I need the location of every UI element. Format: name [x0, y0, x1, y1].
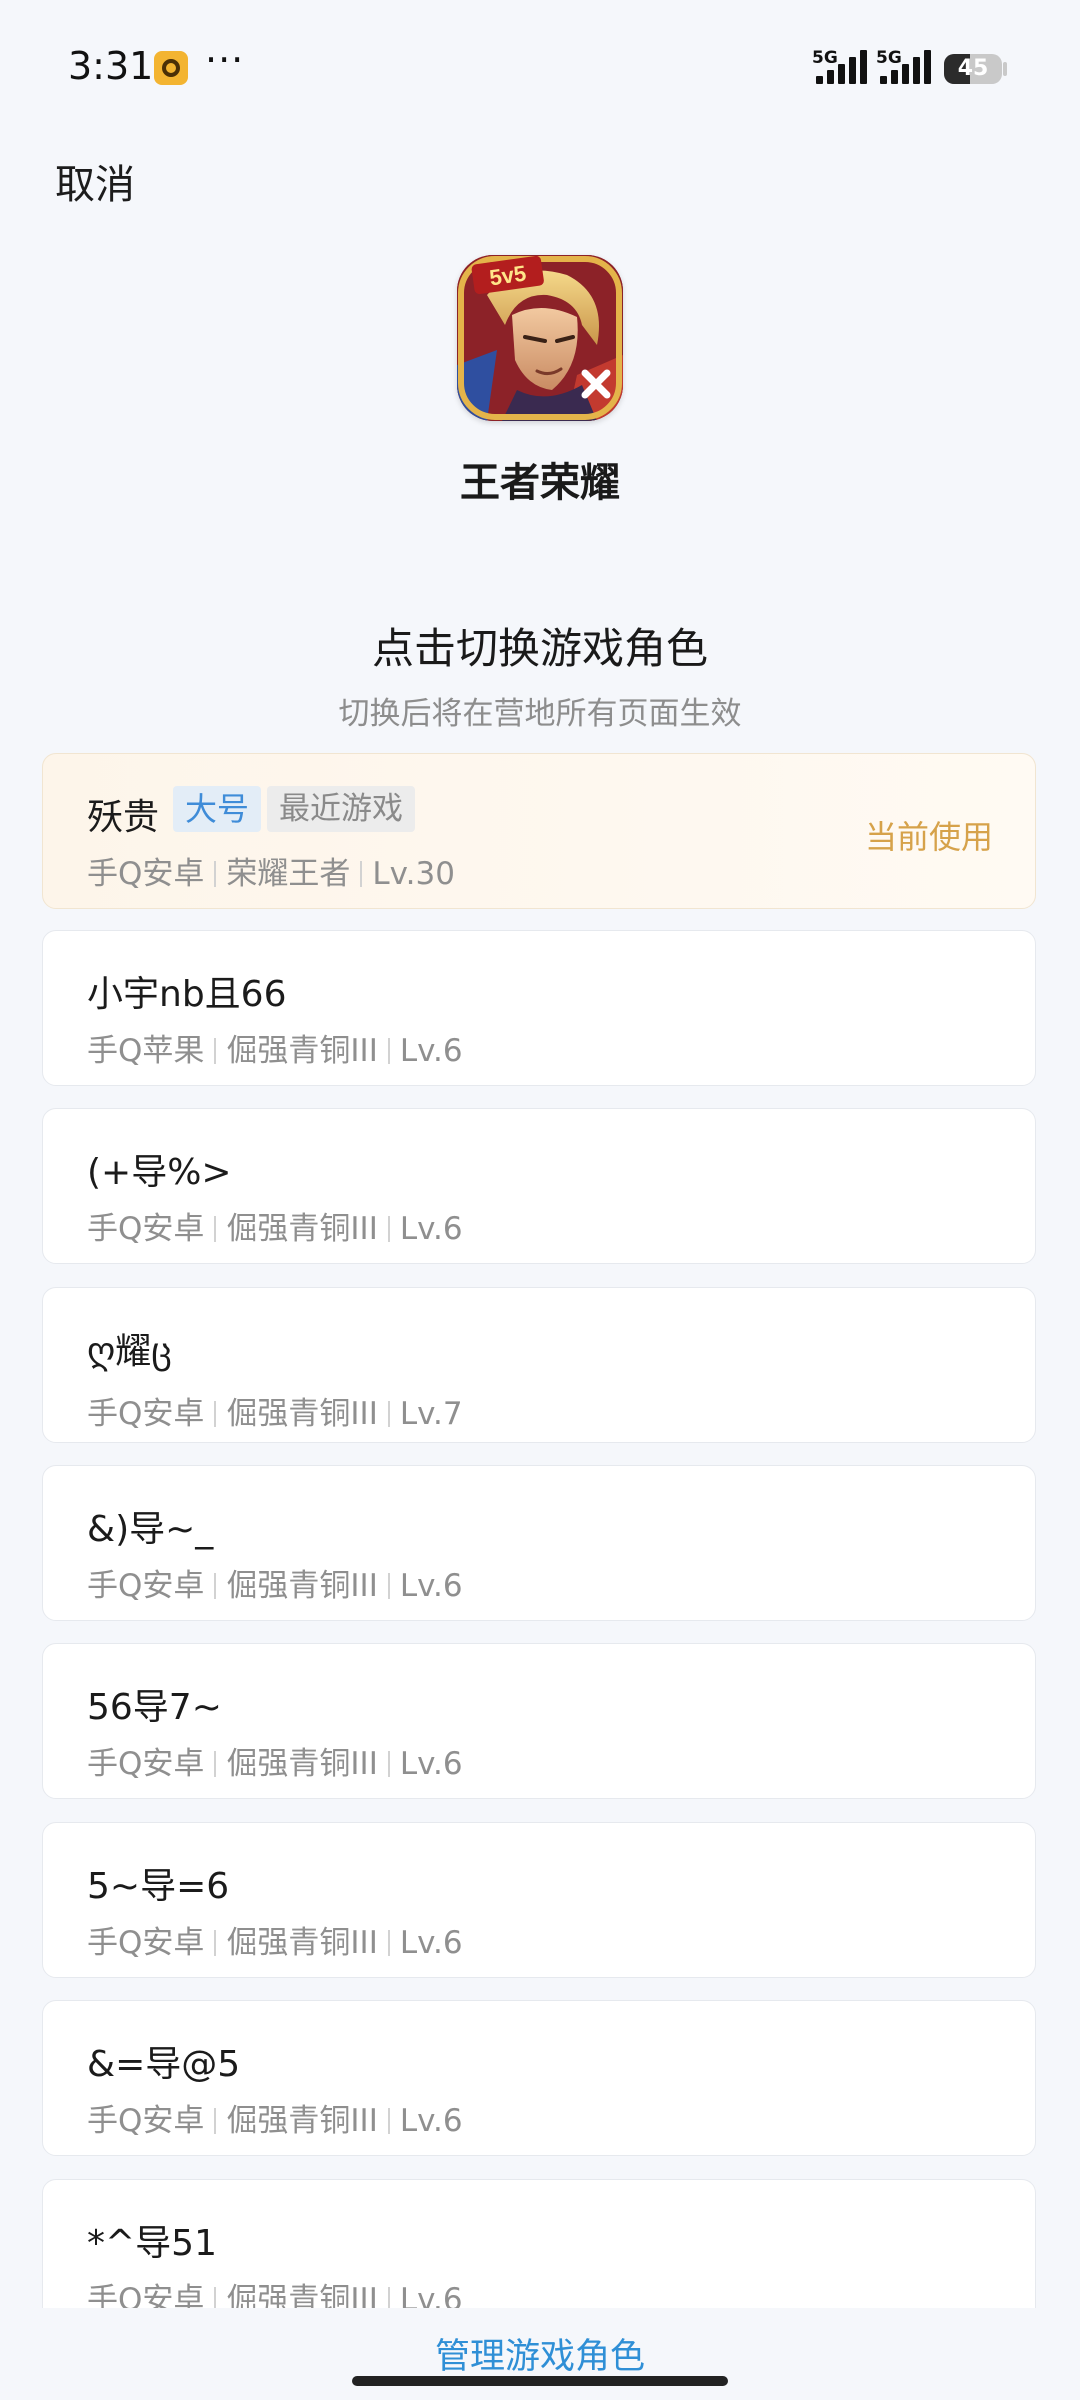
- role-name: 殀贵: [87, 797, 160, 838]
- meta-divider: [214, 1216, 217, 1242]
- role-level: Lv.6: [399, 1925, 463, 1961]
- role-card[interactable]: &=导@5 手Q安卓 倔强青铜III Lv.6: [42, 2000, 1036, 2156]
- role-meta: 手Q苹果 倔强青铜III Lv.6: [87, 1025, 463, 1070]
- meta-divider: [387, 1216, 390, 1242]
- meta-divider: [214, 2108, 217, 2134]
- role-card[interactable]: 56导7~ 手Q安卓 倔强青铜III Lv.6: [42, 1643, 1036, 1799]
- meta-divider: [387, 1573, 390, 1599]
- role-card[interactable]: &)导~_ 手Q安卓 倔强青铜III Lv.6: [42, 1465, 1036, 1621]
- role-rank: 倔强青铜III: [226, 1925, 378, 1961]
- role-meta: 手Q安卓 倔强青铜III Lv.6: [87, 1917, 463, 1962]
- role-meta: 手Q安卓 荣耀王者 Lv.30: [87, 848, 455, 893]
- hero-portrait-icon: 5v5: [457, 255, 623, 421]
- meta-divider: [214, 1038, 217, 1064]
- role-name: 56导7~: [87, 1687, 222, 1728]
- role-level: Lv.6: [399, 1568, 463, 1604]
- main-account-badge: 大号: [173, 786, 262, 832]
- role-name: &)导~_: [87, 1509, 214, 1550]
- role-rank: 倔强青铜III: [226, 1033, 378, 1069]
- role-name: 小宇nb且66: [87, 974, 287, 1015]
- battery-icon: 45: [944, 54, 1002, 84]
- role-rank: 倔强青铜III: [226, 1568, 378, 1604]
- meta-divider: [214, 1751, 217, 1777]
- role-level: Lv.6: [399, 1033, 463, 1069]
- role-meta: 手Q安卓 倔强青铜III Lv.6: [87, 1203, 463, 1248]
- role-level: Lv.30: [372, 856, 455, 892]
- role-card[interactable]: (+导%> 手Q安卓 倔强青铜III Lv.6: [42, 1108, 1036, 1264]
- role-meta: 手Q安卓 倔强青铜III Lv.7: [87, 1388, 463, 1433]
- meta-divider: [387, 1401, 390, 1427]
- meta-divider: [214, 1401, 217, 1427]
- role-meta: 手Q安卓 倔强青铜III Lv.6: [87, 2095, 463, 2140]
- role-platform: 手Q安卓: [87, 1211, 205, 1247]
- meta-divider: [214, 2287, 217, 2308]
- meta-divider: [387, 1930, 390, 1956]
- role-level: Lv.6: [399, 2103, 463, 2139]
- meta-divider: [360, 861, 363, 887]
- status-bar: 3:31 ··· 5G 5G 45: [0, 0, 1080, 140]
- role-rank: 倔强青铜III: [226, 1746, 378, 1782]
- role-card-current[interactable]: 殀贵 大号 最近游戏 手Q安卓 荣耀王者 Lv.30 当前使用: [42, 753, 1036, 909]
- battery-tip: [1003, 62, 1007, 76]
- meta-divider: [387, 2108, 390, 2134]
- role-platform: 手Q安卓: [87, 1925, 205, 1961]
- role-platform: 手Q安卓: [87, 1568, 205, 1604]
- role-card[interactable]: 5~导=6 手Q安卓 倔强青铜III Lv.6: [42, 1822, 1036, 1978]
- svg-text:5v5: 5v5: [488, 261, 528, 291]
- meta-divider: [387, 2287, 390, 2308]
- role-platform: 手Q安卓: [87, 856, 205, 892]
- role-card[interactable]: *^导51 手Q安卓 倔强青铜III Lv.6: [42, 2179, 1036, 2308]
- home-indicator[interactable]: [352, 2376, 728, 2386]
- role-name: &=导@5: [87, 2044, 241, 2085]
- meta-divider: [387, 1038, 390, 1064]
- role-rank: 倔强青铜III: [226, 2282, 378, 2308]
- role-name: (+导%>: [87, 1152, 232, 1193]
- role-card[interactable]: ღ耀ც 手Q安卓 倔强青铜III Lv.7: [42, 1287, 1036, 1443]
- role-card[interactable]: 小宇nb且66 手Q苹果 倔强青铜III Lv.6: [42, 930, 1036, 1086]
- camp-app-notification-icon: [154, 51, 188, 85]
- more-notifications-icon: ···: [205, 38, 245, 82]
- role-name: *^导51: [87, 2223, 217, 2264]
- role-rank: 荣耀王者: [226, 856, 351, 892]
- role-rank: 倔强青铜III: [226, 1211, 378, 1247]
- section-subtitle: 切换后将在营地所有页面生效: [338, 696, 742, 732]
- role-platform: 手Q安卓: [87, 2282, 205, 2308]
- signal-strength-icon-sim2: 5G: [876, 48, 934, 88]
- cancel-button[interactable]: 取消: [55, 152, 135, 210]
- role-level: Lv.6: [399, 1211, 463, 1247]
- role-platform: 手Q苹果: [87, 1033, 205, 1069]
- meta-divider: [214, 861, 217, 887]
- game-app-icon: 5v5: [457, 255, 623, 421]
- role-meta: 手Q安卓 倔强青铜III Lv.6: [87, 1738, 463, 1783]
- signal-strength-icon-sim1: 5G: [812, 48, 870, 88]
- game-title: 王者荣耀: [460, 460, 620, 506]
- role-platform: 手Q安卓: [87, 1746, 205, 1782]
- battery-level: 45: [957, 56, 989, 81]
- role-name: 5~导=6: [87, 1866, 230, 1907]
- game-role-list: 殀贵 大号 最近游戏 手Q安卓 荣耀王者 Lv.30 当前使用 小宇nb且66 手Q…: [42, 753, 1038, 2308]
- meta-divider: [387, 1751, 390, 1777]
- role-meta: 手Q安卓 倔强青铜III Lv.6: [87, 2274, 463, 2308]
- role-level: Lv.7: [399, 1396, 463, 1432]
- section-title: 点击切换游戏角色: [371, 624, 708, 673]
- manage-game-roles-link[interactable]: 管理游戏角色: [0, 2328, 1080, 2379]
- switch-game-role-screen: 3:31 ··· 5G 5G 45 取消 5v5 王者荣耀 点击切换游戏角色 切…: [0, 0, 1080, 2400]
- role-level: Lv.6: [399, 2282, 463, 2308]
- status-time: 3:31: [68, 44, 154, 88]
- current-in-use-label: 当前使用: [864, 818, 993, 856]
- role-level: Lv.6: [399, 1746, 463, 1782]
- role-name: ღ耀ც: [87, 1331, 172, 1372]
- recent-game-badge: 最近游戏: [267, 786, 415, 832]
- role-rank: 倔强青铜III: [226, 2103, 378, 2139]
- role-meta: 手Q安卓 倔强青铜III Lv.6: [87, 1560, 463, 1605]
- meta-divider: [214, 1930, 217, 1956]
- role-platform: 手Q安卓: [87, 2103, 205, 2139]
- meta-divider: [214, 1573, 217, 1599]
- role-rank: 倔强青铜III: [226, 1396, 378, 1432]
- role-platform: 手Q安卓: [87, 1396, 205, 1432]
